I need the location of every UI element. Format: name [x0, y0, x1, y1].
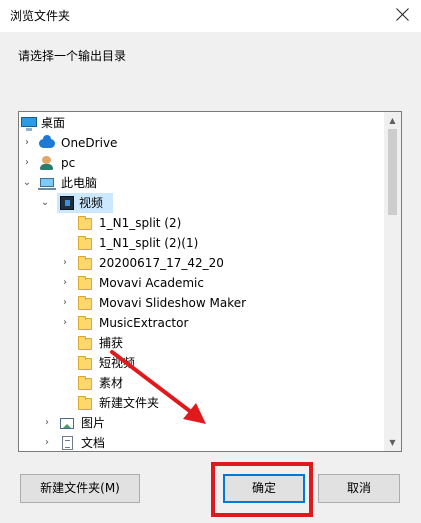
cancel-button[interactable]: 取消: [318, 474, 400, 503]
new-folder-button[interactable]: 新建文件夹(M): [20, 474, 140, 503]
annotation-highlight-box: [211, 462, 313, 517]
annotation-arrow-icon: [110, 350, 206, 424]
